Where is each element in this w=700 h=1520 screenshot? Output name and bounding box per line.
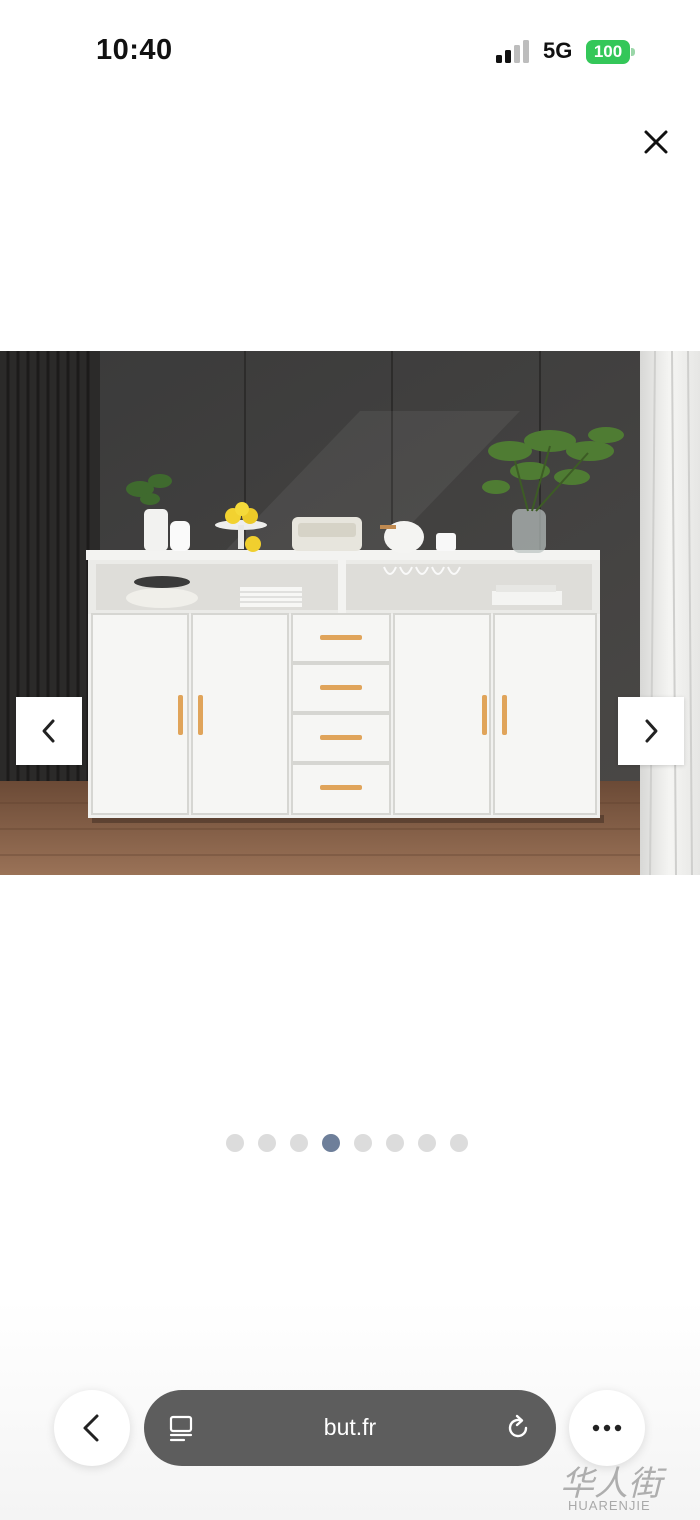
pagination-dot[interactable] <box>354 1134 372 1152</box>
browser-back-button[interactable] <box>54 1390 130 1466</box>
status-time: 10:40 <box>96 34 173 66</box>
previous-image-button[interactable] <box>16 697 82 765</box>
reload-icon[interactable] <box>504 1414 532 1442</box>
pagination-dot[interactable] <box>290 1134 308 1152</box>
pagination-dot[interactable] <box>226 1134 244 1152</box>
more-options-button[interactable] <box>569 1390 645 1466</box>
watermark: 华人街 HUARENJIE <box>554 1456 700 1520</box>
watermark-subtext: HUARENJIE <box>568 1498 651 1513</box>
gallery-pagination <box>226 1134 468 1152</box>
network-type: 5G <box>543 38 573 63</box>
pagination-dot[interactable] <box>450 1134 468 1152</box>
pagination-dot[interactable] <box>386 1134 404 1152</box>
next-image-button[interactable] <box>618 697 684 765</box>
url-text: but.fr <box>323 1414 377 1440</box>
sideboard-image <box>0 351 700 875</box>
battery-tip <box>631 48 635 56</box>
product-image[interactable] <box>0 351 700 875</box>
close-button[interactable] <box>634 120 678 164</box>
chevron-back-icon <box>83 1414 99 1442</box>
more-icon <box>592 1424 622 1432</box>
chevron-left-icon <box>42 719 55 743</box>
address-bar[interactable]: but.fr <box>144 1390 556 1466</box>
signal-icon <box>496 40 529 63</box>
battery-icon: 100 <box>586 40 636 64</box>
battery-level: 100 <box>586 40 630 64</box>
pagination-dot[interactable] <box>418 1134 436 1152</box>
pagination-dot-active[interactable] <box>322 1134 340 1152</box>
pagination-dot[interactable] <box>258 1134 276 1152</box>
close-icon <box>644 130 668 154</box>
chevron-right-icon <box>645 719 658 743</box>
status-bar: 10:40 5G 100 <box>0 0 700 100</box>
